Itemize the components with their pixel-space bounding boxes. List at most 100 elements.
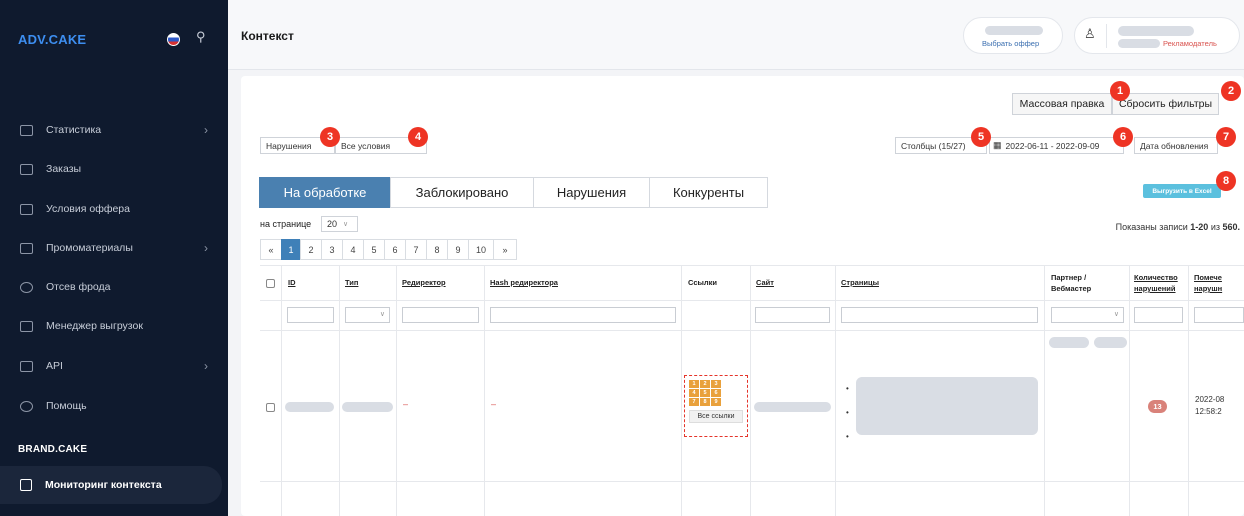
col-divider [1188,265,1189,516]
sidebar-item-orders[interactable]: Заказы [0,150,228,188]
redirector-value: – [403,399,409,409]
header-type[interactable]: Тип [345,278,358,287]
link-cell[interactable]: 1 [689,380,699,388]
mass-edit-button[interactable]: Массовая правка [1012,93,1112,115]
page-6[interactable]: 6 [384,239,406,260]
filter-marked-input[interactable] [1194,307,1244,323]
page-8[interactable]: 8 [426,239,448,260]
col-divider [835,265,836,516]
page-2[interactable]: 2 [300,239,322,260]
page-5[interactable]: 5 [363,239,385,260]
records-total: 560. [1222,222,1240,232]
sidebar-item-offer-conditions[interactable]: Условия оффера [0,190,228,228]
tab-blocked[interactable]: Заблокировано [390,177,534,208]
annotation-badge-5: 5 [971,127,991,147]
section-title: BRAND.CAKE [18,444,88,455]
sidebar-item-api[interactable]: API › [0,347,228,385]
table-row-divider [260,481,1244,482]
chart-icon [20,124,33,136]
sidebar-item-label: Условия оффера [46,203,130,215]
sidebar-item-label: Статистика [46,124,102,136]
hash-value: – [491,399,497,409]
blurred-offer-name [985,26,1043,35]
filter-type-select[interactable]: ∨ [345,307,390,323]
sidebar-item-promo[interactable]: Промоматериалы › [0,229,228,267]
link-cell[interactable]: 8 [700,398,710,406]
main-area: Контекст Выбрать оффер ♙ Рекламодатель М… [228,0,1244,516]
offer-selector[interactable]: Выбрать оффер [963,17,1063,54]
sidebar-item-export-manager[interactable]: Менеджер выгрузок [0,307,228,345]
link-cell[interactable]: 4 [689,389,699,397]
filter-redirector-input[interactable] [402,307,479,323]
blurred-site [754,402,831,412]
page-1[interactable]: 1 [281,239,301,260]
page-3[interactable]: 3 [321,239,343,260]
page-prev[interactable]: « [260,239,282,260]
header-pages[interactable]: Страницы [841,278,879,287]
pages-bullets: • • • [846,384,849,441]
page-next[interactable]: » [493,239,517,260]
annotation-badge-1: 1 [1110,81,1130,101]
all-links-button[interactable]: Все ссылки [689,410,743,423]
tab-competitors[interactable]: Конкуренты [649,177,768,208]
header-redirector[interactable]: Редиректор [402,278,446,287]
header-hash[interactable]: Hash редиректора [490,278,558,287]
tab-processing[interactable]: На обработке [259,177,391,208]
filter-id-input[interactable] [287,307,334,323]
export-excel-button[interactable]: Выгрузить в Excel [1143,184,1221,198]
filter-pages-input[interactable] [841,307,1038,323]
filter-partner-select[interactable]: ∨ [1051,307,1124,323]
col-divider [1044,265,1045,516]
filter-site-input[interactable] [755,307,830,323]
date-type-select[interactable]: Дата обновления [1134,137,1218,154]
select-offer-link[interactable]: Выбрать оффер [982,39,1039,48]
page-7[interactable]: 7 [405,239,427,260]
select-all-checkbox[interactable] [266,279,275,288]
records-mid: из [1208,222,1223,232]
sidebar-item-fraud[interactable]: Отсев фрода [0,268,228,306]
clipboard-check-icon [20,479,32,491]
pin-icon[interactable]: ⚲ [196,29,206,45]
sidebar-item-label: Помощь [46,400,87,412]
blurred-webmaster [1094,337,1127,348]
russia-flag-icon[interactable] [167,33,180,46]
link-cell[interactable]: 2 [700,380,710,388]
user-menu[interactable]: ♙ Рекламодатель [1074,17,1240,54]
blurred-user-name [1118,26,1194,36]
table-border-top [260,265,1244,266]
row-checkbox[interactable] [266,403,275,412]
header-id[interactable]: ID [288,278,296,287]
link-cell[interactable]: 9 [711,398,721,406]
sidebar-item-statistics[interactable]: Статистика › [0,111,228,149]
tab-violations[interactable]: Нарушения [533,177,650,208]
per-page-label: на странице [260,219,312,229]
col-divider [1129,265,1130,516]
header-partner: Партнер / Вебмастер [1051,273,1092,293]
link-cell[interactable]: 5 [700,389,710,397]
per-page-select[interactable]: 20 ∨ [321,216,358,232]
sidebar-item-label: Менеджер выгрузок [46,320,143,332]
document-icon [20,203,33,215]
header-violations-count[interactable]: Количество нарушений [1134,272,1188,294]
header-marked[interactable]: Помече нарушн [1194,272,1244,294]
violations-count-badge: 13 [1148,400,1167,413]
page-10[interactable]: 10 [468,239,494,260]
sidebar-item-label: Заказы [46,163,82,175]
date-range-picker[interactable]: ▦ 2022-06-11 - 2022-09-09 [989,137,1124,154]
filter-count-input[interactable] [1134,307,1183,323]
header-site[interactable]: Сайт [756,278,774,287]
link-cell[interactable]: 6 [711,389,721,397]
sidebar-item-context-monitoring[interactable]: Мониторинг контекста [0,466,222,504]
filter-hash-input[interactable] [490,307,676,323]
marked-date-day: 2022-08 [1195,395,1225,404]
page-4[interactable]: 4 [342,239,364,260]
sidebar-item-help[interactable]: Помощь [0,387,228,425]
links-grid-highlight: 1 2 3 4 5 6 7 8 9 Все ссылки [684,375,748,437]
date-range-value: 2022-06-11 - 2022-09-09 [1005,140,1100,151]
col-divider [339,265,340,516]
page-9[interactable]: 9 [447,239,469,260]
page-title: Контекст [241,29,294,43]
link-cell[interactable]: 7 [689,398,699,406]
records-info: Показаны записи 1-20 из 560. [1116,222,1240,232]
link-cell[interactable]: 3 [711,380,721,388]
